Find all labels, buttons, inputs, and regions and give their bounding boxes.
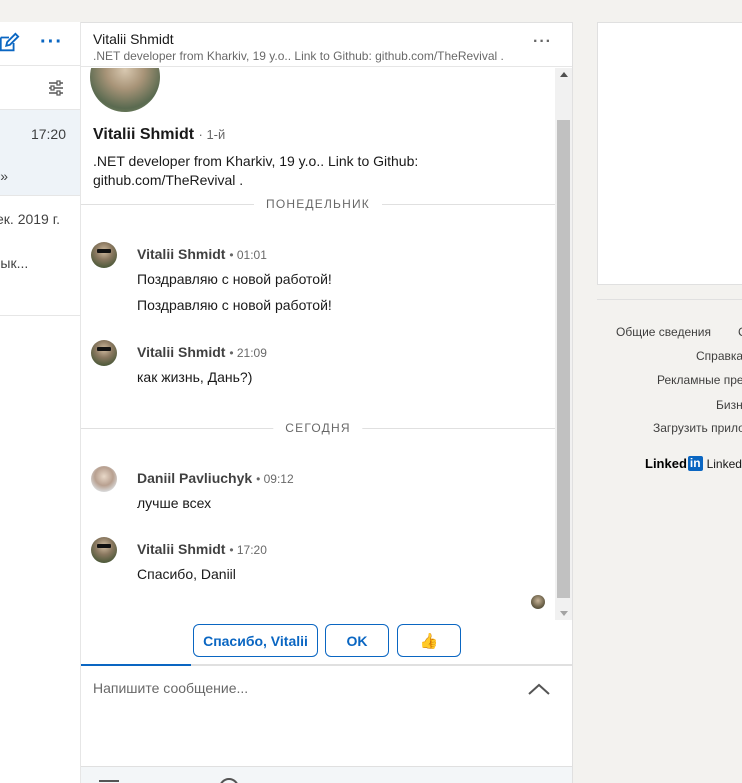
linkedin-in-badge: in xyxy=(687,456,703,471)
quick-replies: Спасибо, Vitalii OK 👍 xyxy=(81,624,573,660)
conversation-snippet: il» xyxy=(0,168,9,184)
scroll-down-arrow[interactable] xyxy=(560,611,568,616)
sender-line: Daniil Pavliuchyk • 09:12 xyxy=(137,470,294,486)
filter-icon[interactable] xyxy=(48,80,64,96)
message-time: • 17:20 xyxy=(229,543,267,557)
filter-row xyxy=(0,66,80,110)
sender-avatar[interactable] xyxy=(91,466,117,492)
chat-header-name[interactable]: Vitalii Shmidt xyxy=(93,31,572,47)
sender-line: Vitalii Shmidt • 21:09 xyxy=(137,344,267,360)
message-thread[interactable]: Vitalii Shmidt · 1-й .NET developer from… xyxy=(81,68,555,620)
message-time: • 21:09 xyxy=(229,346,267,360)
message-time: • 09:12 xyxy=(256,472,294,486)
linkedin-logo-text: Linked xyxy=(645,456,687,471)
message-time: • 01:01 xyxy=(229,248,267,262)
message-text: Поздравляю с новой работой! xyxy=(137,297,332,313)
conversation-snippet: зык... xyxy=(0,255,29,271)
chat-header-headline: .NET developer from Kharkiv, 19 y.o.. Li… xyxy=(93,49,504,63)
scroll-thumb[interactable] xyxy=(557,120,570,598)
conversation-list-header: ··· xyxy=(0,22,80,66)
footer-link-get-app[interactable]: Загрузить прило xyxy=(653,421,742,435)
message-text: как жизнь, Дань?) xyxy=(137,369,253,385)
message-text: лучше всех xyxy=(137,495,212,511)
conversation-options-icon[interactable]: ··· xyxy=(533,34,552,50)
profile-name-row: Vitalii Shmidt · 1-й xyxy=(93,126,225,144)
quick-reply-thumbs-up-button[interactable]: 👍 xyxy=(397,624,461,657)
scroll-up-arrow[interactable] xyxy=(560,72,568,77)
profile-photo[interactable] xyxy=(90,68,160,112)
footer-link-help[interactable]: Справка xyxy=(696,349,742,363)
compose-area xyxy=(81,666,572,766)
chevron-up-icon[interactable] xyxy=(527,682,551,696)
emoji-icon[interactable] xyxy=(219,778,239,783)
compose-message-icon[interactable] xyxy=(0,32,20,54)
sender-avatar[interactable] xyxy=(91,537,117,563)
linkedin-copyright: LinkedI xyxy=(706,456,742,471)
sender-line: Vitalii Shmidt • 01:01 xyxy=(137,246,267,262)
linkedin-logo[interactable]: Linked in LinkedI xyxy=(645,456,742,471)
footer-link-about[interactable]: Общие сведения xyxy=(616,325,711,339)
message-input[interactable] xyxy=(93,680,513,696)
conversation-list-panel: ··· 17:20 il» ек. 2019 г. зык... xyxy=(0,22,81,783)
conversation-date: ек. 2019 г. xyxy=(0,211,61,227)
right-divider xyxy=(597,299,742,300)
scrollbar[interactable] xyxy=(555,68,572,620)
sender-name[interactable]: Vitalii Shmidt xyxy=(137,541,225,557)
footer-link-ads[interactable]: Рекламные пре xyxy=(657,373,742,387)
sender-name[interactable]: Vitalii Shmidt xyxy=(137,246,225,262)
seen-receipt-avatar xyxy=(531,595,545,609)
footer-link-business[interactable]: Бизн xyxy=(716,398,742,412)
sender-avatar[interactable] xyxy=(91,242,117,268)
footer-link-accessibility[interactable]: С xyxy=(738,325,742,339)
sender-name[interactable]: Vitalii Shmidt xyxy=(137,344,225,360)
profile-name[interactable]: Vitalii Shmidt xyxy=(93,126,194,143)
sender-avatar[interactable] xyxy=(91,340,117,366)
sender-name[interactable]: Daniil Pavliuchyk xyxy=(137,470,252,486)
quick-reply-ok-button[interactable]: OK xyxy=(325,624,389,657)
conversation-item[interactable]: ек. 2019 г. зык... xyxy=(0,196,80,316)
message-text: Поздравляю с новой работой! xyxy=(137,271,332,287)
profile-headline: .NET developer from Kharkiv, 19 y.o.. Li… xyxy=(93,153,419,188)
quick-reply-thanks-button[interactable]: Спасибо, Vitalii xyxy=(193,624,318,657)
chat-header: Vitalii Shmidt .NET developer from Khark… xyxy=(81,23,572,67)
more-options-icon[interactable]: ··· xyxy=(40,32,63,52)
sender-line: Vitalii Shmidt • 17:20 xyxy=(137,541,267,557)
conversation-time: 17:20 xyxy=(30,126,66,142)
compose-footer xyxy=(81,766,572,783)
day-divider: ПОНЕДЕЛЬНИК xyxy=(81,197,555,211)
connection-degree: · 1-й xyxy=(198,127,226,142)
day-divider: СЕГОДНЯ xyxy=(81,421,555,435)
day-divider-label: ПОНЕДЕЛЬНИК xyxy=(254,197,382,211)
ad-box xyxy=(597,22,742,285)
conversation-item-active[interactable]: 17:20 il» xyxy=(0,110,80,196)
day-divider-label: СЕГОДНЯ xyxy=(273,421,363,435)
message-text: Спасибо, Daniil xyxy=(137,566,236,582)
chat-panel: Vitalii Shmidt .NET developer from Khark… xyxy=(81,22,573,783)
